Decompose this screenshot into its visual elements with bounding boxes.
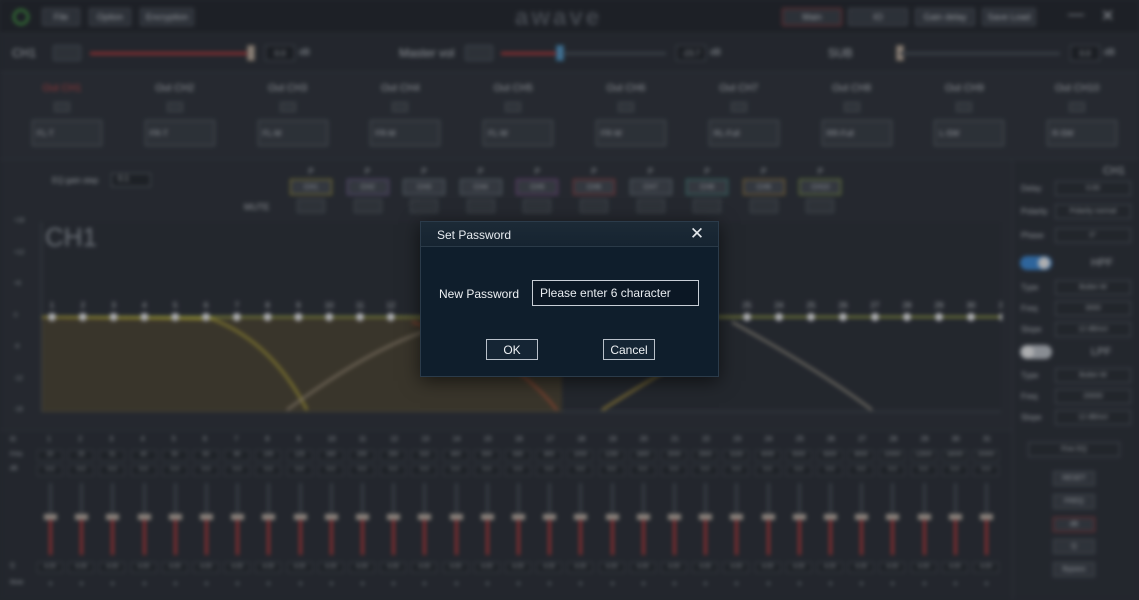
cancel-button[interactable]: Cancel [603,339,655,360]
set-password-dialog: Set Password ✕ New Password OK Cancel [420,221,719,377]
ok-button[interactable]: OK [486,339,538,360]
new-password-label: New Password [439,287,520,301]
dialog-title: Set Password [437,228,512,242]
dialog-titlebar: Set Password ✕ [421,222,718,247]
close-icon[interactable]: ✕ [687,225,707,243]
new-password-input[interactable] [532,280,699,306]
